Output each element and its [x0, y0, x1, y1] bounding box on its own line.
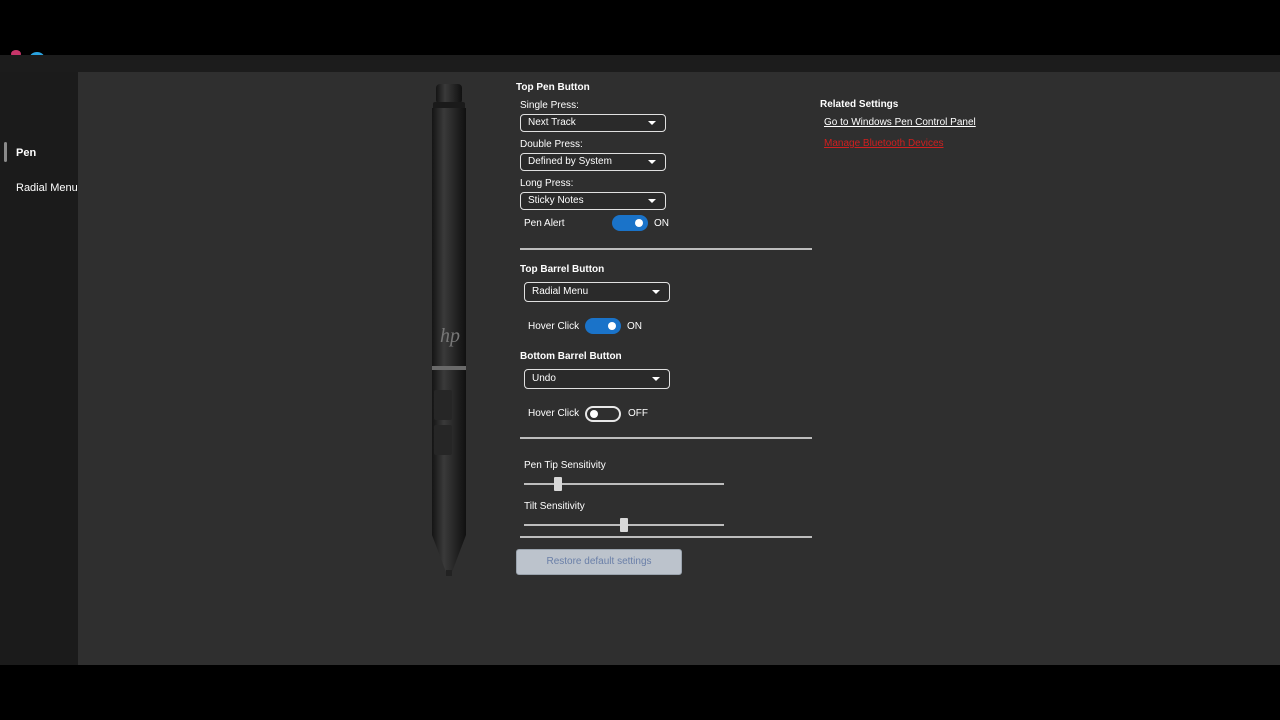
pen-alert-label: Pen Alert — [524, 218, 565, 229]
double-press-value: Defined by System — [528, 156, 612, 167]
pen-tip-sensitivity-label: Pen Tip Sensitivity — [524, 460, 606, 471]
long-press-value: Sticky Notes — [528, 195, 584, 206]
sidebar-item-radial-menu[interactable]: Radial Menu — [16, 182, 78, 194]
chevron-down-icon — [648, 160, 656, 164]
bottom-barrel-hover-click-state: OFF — [628, 408, 648, 419]
top-barrel-value: Radial Menu — [532, 286, 589, 297]
pen-alert-toggle[interactable] — [612, 215, 648, 231]
svg-text:hp: hp — [440, 325, 460, 347]
section-divider — [520, 437, 812, 439]
chevron-down-icon — [648, 199, 656, 203]
toggle-knob — [635, 219, 643, 227]
sidebar-item-pen[interactable]: Pen — [16, 147, 36, 159]
top-bar — [0, 0, 1280, 55]
top-barrel-hover-click-label: Hover Click — [528, 321, 580, 332]
long-press-dropdown[interactable]: Sticky Notes — [520, 192, 666, 210]
pen-tip-sensitivity-thumb[interactable] — [554, 477, 562, 491]
bottom-barrel-hover-click-toggle[interactable] — [585, 406, 621, 422]
tilt-sensitivity-thumb[interactable] — [620, 518, 628, 532]
related-settings-title: Related Settings — [820, 99, 899, 110]
chevron-down-icon — [652, 290, 660, 294]
bottom-barrel-hover-click-label: Hover Click — [528, 408, 580, 419]
long-press-label: Long Press: — [520, 178, 574, 189]
top-barrel-button-title: Top Barrel Button — [520, 264, 605, 275]
restore-defaults-button[interactable]: Restore default settings — [516, 549, 682, 575]
sidebar — [0, 72, 78, 665]
single-press-label: Single Press: — [520, 100, 579, 111]
pen-alert-state: ON — [654, 218, 669, 229]
bottom-barrel-button-title: Bottom Barrel Button — [520, 351, 622, 362]
top-barrel-hover-click-state: ON — [627, 321, 642, 332]
nav-selected-indicator — [4, 142, 7, 162]
main-content — [78, 72, 1280, 665]
pen-image: hp — [432, 84, 466, 576]
tilt-sensitivity-label: Tilt Sensitivity — [524, 501, 585, 512]
double-press-label: Double Press: — [520, 139, 583, 150]
bottom-barrel-value: Undo — [532, 373, 556, 384]
top-barrel-dropdown[interactable]: Radial Menu — [524, 282, 670, 302]
single-press-dropdown[interactable]: Next Track — [520, 114, 666, 132]
top-pen-button-title: Top Pen Button — [516, 82, 590, 93]
bluetooth-devices-link[interactable]: Manage Bluetooth Devices — [824, 138, 944, 149]
bottom-bar — [0, 665, 1280, 720]
pen-control-panel-link[interactable]: Go to Windows Pen Control Panel — [824, 117, 976, 128]
top-barrel-hover-click-toggle[interactable] — [585, 318, 621, 334]
double-press-dropdown[interactable]: Defined by System — [520, 153, 666, 171]
section-divider — [520, 536, 812, 538]
section-divider — [520, 248, 812, 250]
bottom-barrel-dropdown[interactable]: Undo — [524, 369, 670, 389]
chevron-down-icon — [648, 121, 656, 125]
chevron-down-icon — [652, 377, 660, 381]
toggle-knob — [590, 410, 598, 418]
single-press-value: Next Track — [528, 117, 576, 128]
toggle-knob — [608, 322, 616, 330]
